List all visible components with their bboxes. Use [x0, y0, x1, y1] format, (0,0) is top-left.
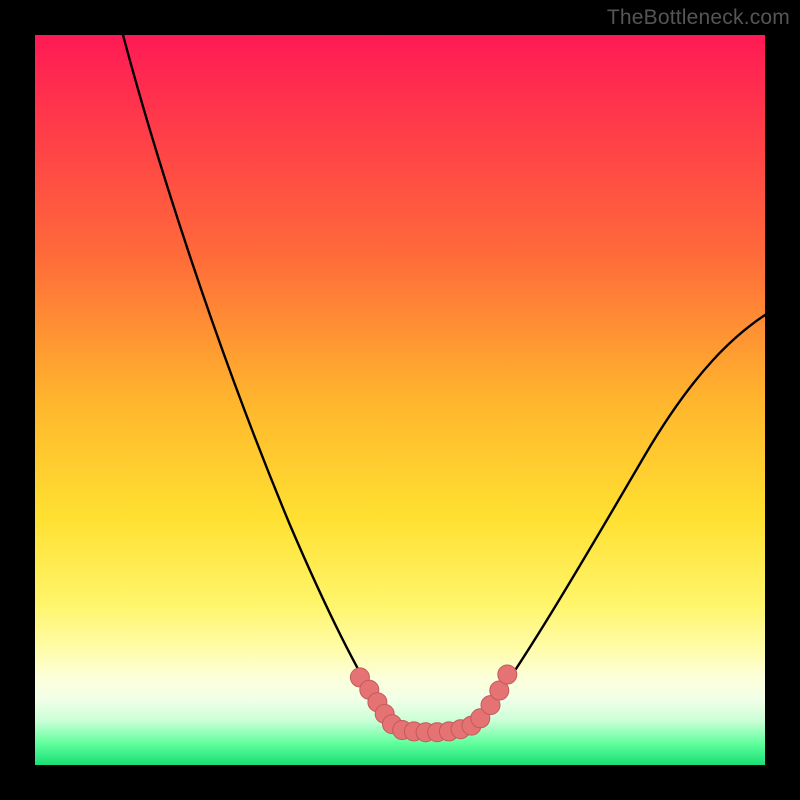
marker: [350, 668, 369, 687]
valley-floor: [395, 729, 473, 734]
marker: [393, 721, 412, 740]
marker: [471, 709, 490, 728]
chart-frame: TheBottleneck.com: [0, 0, 800, 800]
valley-markers: [350, 665, 516, 742]
marker: [360, 680, 379, 699]
watermark-text: TheBottleneck.com: [607, 6, 790, 30]
marker: [383, 715, 402, 734]
left-curve: [123, 35, 395, 729]
bottleneck-curve-svg: [35, 35, 765, 765]
marker: [451, 720, 470, 739]
marker: [490, 681, 509, 700]
marker: [462, 716, 481, 735]
right-curve: [473, 315, 765, 729]
marker: [416, 723, 435, 742]
marker: [404, 722, 423, 741]
marker: [428, 723, 447, 742]
marker: [439, 722, 458, 741]
marker: [368, 693, 387, 712]
marker: [481, 696, 500, 715]
marker: [375, 704, 394, 723]
plot-area: [35, 35, 765, 765]
marker: [498, 665, 517, 684]
